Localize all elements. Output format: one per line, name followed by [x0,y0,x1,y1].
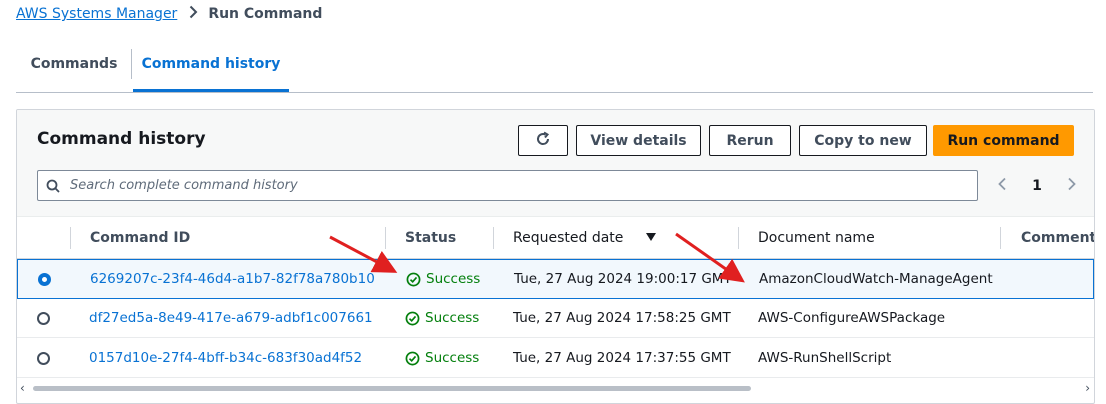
scrollbar-thumb[interactable] [33,386,751,391]
status-text: Success [426,271,481,287]
radio-unselected[interactable] [37,351,50,365]
requested-date-cell: Tue, 27 Aug 2024 17:58:25 GMT [513,310,731,326]
previous-page-icon[interactable] [997,177,1007,195]
check-circle-icon [406,272,421,287]
table-row[interactable]: 6269207c-23f4-46d4-a1b7-82f78a780b10 Suc… [17,259,1094,299]
status-text: Success [425,310,480,326]
sort-down-icon [645,230,657,246]
status-cell: Success [405,299,479,337]
scroll-left-icon[interactable]: ‹ [20,381,25,395]
document-name-cell: AWS-ConfigureAWSPackage [758,310,946,326]
refresh-icon [535,131,551,151]
table-row[interactable]: df27ed5a-8e49-417e-a679-adbf1c007661 Suc… [17,299,1094,338]
breadcrumb-link-systems-manager[interactable]: AWS Systems Manager [16,6,177,22]
table-header: Command ID Status Requested date Documen… [17,216,1094,259]
pagination: 1 [997,173,1077,199]
search-input[interactable] [68,177,977,194]
tab-commands[interactable]: Commands [16,37,132,91]
panel-title: Command history [37,129,206,149]
column-header-comment[interactable]: Comment [1021,217,1094,258]
command-id-link[interactable]: 0157d10e-27f4-4bff-b34c-683f30ad4f52 [89,339,362,377]
command-id-link[interactable]: df27ed5a-8e49-417e-a679-adbf1c007661 [89,299,373,337]
breadcrumb: AWS Systems Manager Run Command [16,4,322,24]
command-id-link[interactable]: 6269207c-23f4-46d4-a1b7-82f78a780b10 [90,260,375,298]
table-row[interactable]: 0157d10e-27f4-4bff-b34c-683f30ad4f52 Suc… [17,339,1094,378]
column-header-requested-date[interactable]: Requested date [513,217,657,258]
document-name-cell: AmazonCloudWatch-ManageAgent [759,271,993,287]
requested-date-label: Requested date [513,229,624,246]
rerun-button[interactable]: Rerun [709,125,791,156]
tab-bar: Commands Command history [16,37,1093,93]
scroll-right-icon[interactable]: › [1085,381,1090,395]
tab-command-history[interactable]: Command history [133,37,289,92]
requested-date-cell: Tue, 27 Aug 2024 19:00:17 GMT [514,271,732,287]
column-divider [385,227,386,249]
panel-header: Command history View details Rerun Copy … [17,110,1094,216]
current-page-number[interactable]: 1 [1032,178,1042,194]
search-icon [38,179,68,193]
chevron-right-icon [189,5,198,23]
command-history-panel: Command history View details Rerun Copy … [16,109,1095,404]
refresh-button[interactable] [518,125,568,156]
column-divider [493,227,494,249]
column-header-status[interactable]: Status [405,217,456,258]
row-radio[interactable] [37,299,50,337]
status-cell: Success [406,260,480,298]
next-page-icon[interactable] [1067,177,1077,195]
radio-unselected[interactable] [37,311,50,325]
search-field[interactable] [37,170,978,201]
document-name-cell: AWS-RunShellScript [758,350,892,366]
column-header-command-id[interactable]: Command ID [90,217,190,258]
status-text: Success [425,350,480,366]
row-radio[interactable] [37,339,50,377]
row-radio[interactable] [38,260,51,298]
copy-to-new-button[interactable]: Copy to new [799,125,927,156]
column-header-document-name[interactable]: Document name [758,217,875,258]
run-command-button[interactable]: Run command [933,125,1074,156]
view-details-button[interactable]: View details [576,125,701,156]
breadcrumb-current: Run Command [208,6,323,22]
status-cell: Success [405,339,479,377]
check-circle-icon [405,351,420,366]
column-divider [70,227,71,249]
column-divider [1000,227,1001,249]
tab-divider [131,49,132,79]
check-circle-icon [405,311,420,326]
requested-date-cell: Tue, 27 Aug 2024 17:37:55 GMT [513,350,731,366]
horizontal-scrollbar[interactable]: ‹ › [17,379,1094,401]
radio-selected[interactable] [38,272,51,286]
column-divider [738,227,739,249]
